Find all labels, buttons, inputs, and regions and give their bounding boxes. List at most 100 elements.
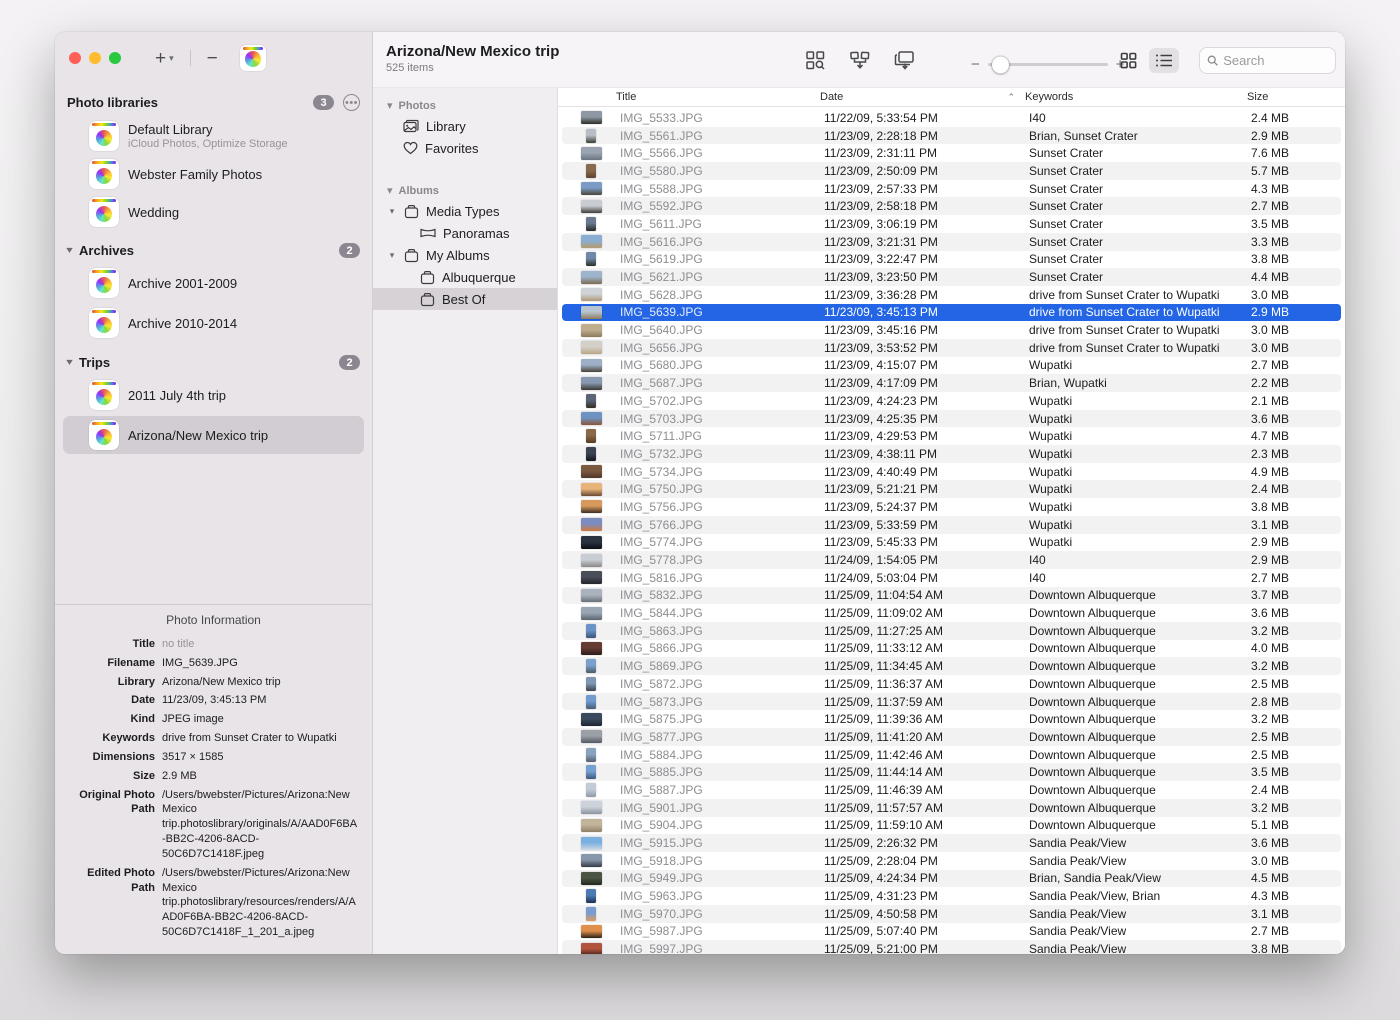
table-row[interactable]: IMG_5616.JPG 11/23/09, 3:21:31 PM Sunset…	[562, 233, 1341, 251]
sidebar-item-albuquerque[interactable]: Albuquerque	[373, 266, 557, 288]
sidebar-item-2011-july-trip[interactable]: 2011 July 4th trip	[63, 376, 364, 414]
cell-keywords: Brian, Sunset Crater	[1029, 129, 1251, 143]
table-row[interactable]: IMG_5866.JPG 11/25/09, 11:33:12 AM Downt…	[562, 640, 1341, 658]
photos-group-header[interactable]: ▾ Photos	[373, 96, 557, 115]
export-photos-button[interactable]	[891, 46, 919, 74]
table-row[interactable]: IMG_5628.JPG 11/23/09, 3:36:28 PM drive …	[562, 286, 1341, 304]
sidebar-item-panoramas[interactable]: Panoramas	[373, 222, 557, 244]
cell-date: 11/23/09, 3:53:52 PM	[824, 341, 1029, 355]
close-button[interactable]	[69, 52, 81, 64]
cell-title: IMG_5588.JPG	[620, 182, 824, 196]
table-row[interactable]: IMG_5756.JPG 11/23/09, 5:24:37 PM Wupatk…	[562, 498, 1341, 516]
table-row[interactable]: IMG_5949.JPG 11/25/09, 4:24:34 PM Brian,…	[562, 870, 1341, 888]
table-row[interactable]: IMG_5778.JPG 11/24/09, 1:54:05 PM I40 2.…	[562, 551, 1341, 569]
table-row[interactable]: IMG_5987.JPG 11/25/09, 5:07:40 PM Sandia…	[562, 923, 1341, 941]
field-value: JPEG image	[162, 712, 360, 727]
search-field[interactable]	[1199, 47, 1336, 74]
column-header-size[interactable]: Size	[1247, 91, 1345, 103]
table-row[interactable]: IMG_5884.JPG 11/25/09, 11:42:46 AM Downt…	[562, 746, 1341, 764]
table-row[interactable]: IMG_5918.JPG 11/25/09, 2:28:04 PM Sandia…	[562, 852, 1341, 870]
table-row[interactable]: IMG_5877.JPG 11/25/09, 11:41:20 AM Downt…	[562, 728, 1341, 746]
table-row[interactable]: IMG_5734.JPG 11/23/09, 4:40:49 PM Wupatk…	[562, 463, 1341, 481]
trips-section-header[interactable]: ▾ Trips 2	[55, 343, 372, 375]
table-row[interactable]: IMG_5711.JPG 11/23/09, 4:29:53 PM Wupatk…	[562, 427, 1341, 445]
photo-thumbnail	[581, 925, 602, 938]
column-header-title[interactable]: Title	[616, 91, 820, 103]
column-header-date[interactable]: Date ⌃	[820, 91, 1025, 103]
table-row[interactable]: IMG_5566.JPG 11/23/09, 2:31:11 PM Sunset…	[562, 144, 1341, 162]
table-row[interactable]: IMG_5873.JPG 11/25/09, 11:37:59 AM Downt…	[562, 693, 1341, 711]
search-input[interactable]	[1223, 53, 1328, 68]
table-row[interactable]: IMG_5970.JPG 11/25/09, 4:50:58 PM Sandia…	[562, 905, 1341, 923]
table-row[interactable]: IMG_5611.JPG 11/23/09, 3:06:19 PM Sunset…	[562, 215, 1341, 233]
table-row[interactable]: IMG_5561.JPG 11/23/09, 2:28:18 PM Brian,…	[562, 127, 1341, 145]
photo-information-panel: Photo Information Titleno titleFilenameI…	[55, 604, 372, 954]
table-row[interactable]: IMG_5619.JPG 11/23/09, 3:22:47 PM Sunset…	[562, 251, 1341, 269]
remove-library-button[interactable]: −	[203, 47, 222, 70]
table-row[interactable]: IMG_5887.JPG 11/25/09, 11:46:39 AM Downt…	[562, 781, 1341, 799]
sidebar-item-archive-2010-2014[interactable]: Archive 2010-2014	[63, 304, 364, 342]
table-row[interactable]: IMG_5774.JPG 11/23/09, 5:45:33 PM Wupatk…	[562, 534, 1341, 552]
more-options-button[interactable]: •••	[343, 94, 360, 111]
archives-section-header[interactable]: ▾ Archives 2	[55, 231, 372, 263]
sidebar-item-arizona-new-mexico-trip[interactable]: Arizona/New Mexico trip	[63, 416, 364, 454]
sidebar-item-favorites[interactable]: Favorites	[373, 137, 557, 159]
table-row[interactable]: IMG_5872.JPG 11/25/09, 11:36:37 AM Downt…	[562, 675, 1341, 693]
table-row[interactable]: IMG_5702.JPG 11/23/09, 4:24:23 PM Wupatk…	[562, 392, 1341, 410]
sidebar-item-library[interactable]: Library	[373, 115, 557, 137]
table-row[interactable]: IMG_5588.JPG 11/23/09, 2:57:33 PM Sunset…	[562, 180, 1341, 198]
minimize-button[interactable]	[89, 52, 101, 64]
table-row[interactable]: IMG_5687.JPG 11/23/09, 4:17:09 PM Brian,…	[562, 374, 1341, 392]
table-row[interactable]: IMG_5621.JPG 11/23/09, 3:23:50 PM Sunset…	[562, 268, 1341, 286]
table-row[interactable]: IMG_5533.JPG 11/22/09, 5:33:54 PM I40 2.…	[562, 109, 1341, 127]
sidebar-item-default-library[interactable]: Default Library iCloud Photos, Optimize …	[55, 117, 372, 155]
slider-knob[interactable]	[992, 56, 1009, 73]
table-row[interactable]: IMG_5640.JPG 11/23/09, 3:45:16 PM drive …	[562, 321, 1341, 339]
table-row[interactable]: IMG_5592.JPG 11/23/09, 2:58:18 PM Sunset…	[562, 197, 1341, 215]
cell-keywords: Wupatki	[1029, 535, 1251, 549]
table-row[interactable]: IMG_5703.JPG 11/23/09, 4:25:35 PM Wupatk…	[562, 410, 1341, 428]
table-row[interactable]: IMG_5816.JPG 11/24/09, 5:03:04 PM I40 2.…	[562, 569, 1341, 587]
sidebar-item-wedding[interactable]: Wedding	[55, 193, 372, 231]
table-row[interactable]: IMG_5904.JPG 11/25/09, 11:59:10 AM Downt…	[562, 817, 1341, 835]
column-header-keywords[interactable]: Keywords	[1025, 91, 1247, 103]
library-icon	[89, 159, 119, 189]
table-row[interactable]: IMG_5915.JPG 11/25/09, 2:26:32 PM Sandia…	[562, 834, 1341, 852]
table-row[interactable]: IMG_5580.JPG 11/23/09, 2:50:09 PM Sunset…	[562, 162, 1341, 180]
table-row[interactable]: IMG_5832.JPG 11/25/09, 11:04:54 AM Downt…	[562, 587, 1341, 605]
merge-photos-button[interactable]	[846, 46, 874, 74]
table-row[interactable]: IMG_5885.JPG 11/25/09, 11:44:14 AM Downt…	[562, 763, 1341, 781]
zoom-button[interactable]	[109, 52, 121, 64]
browse-thumbnails-button[interactable]	[801, 46, 829, 74]
table-row[interactable]: IMG_5963.JPG 11/25/09, 4:31:23 PM Sandia…	[562, 887, 1341, 905]
table-row[interactable]: IMG_5997.JPG 11/25/09, 5:21:00 PM Sandia…	[562, 940, 1341, 954]
photo-thumbnail	[581, 483, 602, 496]
add-library-button[interactable]: + ▾	[151, 47, 178, 70]
sidebar-item-my-albums[interactable]: ▾ My Albums	[373, 244, 557, 266]
table-row[interactable]: IMG_5656.JPG 11/23/09, 3:53:52 PM drive …	[562, 339, 1341, 357]
cell-keywords: Downtown Albuquerque	[1029, 677, 1251, 691]
section-count-badge: 2	[339, 355, 360, 370]
table-row[interactable]: IMG_5639.JPG 11/23/09, 3:45:13 PM drive …	[562, 304, 1341, 322]
table-row[interactable]: IMG_5863.JPG 11/25/09, 11:27:25 AM Downt…	[562, 622, 1341, 640]
sidebar-item-media-types[interactable]: ▾ Media Types	[373, 200, 557, 222]
table-row[interactable]: IMG_5766.JPG 11/23/09, 5:33:59 PM Wupatk…	[562, 516, 1341, 534]
sidebar-item-archive-2001-2009[interactable]: Archive 2001-2009	[63, 264, 364, 302]
table-row[interactable]: IMG_5680.JPG 11/23/09, 4:15:07 PM Wupatk…	[562, 357, 1341, 375]
cell-size: 3.2 MB	[1251, 712, 1341, 726]
table-row[interactable]: IMG_5901.JPG 11/25/09, 11:57:57 AM Downt…	[562, 799, 1341, 817]
sidebar-item-webster-family[interactable]: Webster Family Photos	[55, 155, 372, 193]
zoom-out-icon[interactable]: −	[971, 57, 980, 72]
table-row[interactable]: IMG_5869.JPG 11/25/09, 11:34:45 AM Downt…	[562, 657, 1341, 675]
grid-view-button[interactable]	[1113, 48, 1143, 73]
thumbnail-zoom-slider: − +	[971, 57, 1125, 72]
list-view-button[interactable]	[1149, 48, 1179, 73]
photo-thumbnail	[581, 571, 602, 584]
table-row[interactable]: IMG_5875.JPG 11/25/09, 11:39:36 AM Downt…	[562, 710, 1341, 728]
sidebar-item-best-of[interactable]: Best Of	[373, 288, 557, 310]
table-row[interactable]: IMG_5844.JPG 11/25/09, 11:09:02 AM Downt…	[562, 604, 1341, 622]
table-row[interactable]: IMG_5750.JPG 11/23/09, 5:21:21 PM Wupatk…	[562, 480, 1341, 498]
table-row[interactable]: IMG_5732.JPG 11/23/09, 4:38:11 PM Wupatk…	[562, 445, 1341, 463]
albums-group-header[interactable]: ▾ Albums	[373, 181, 557, 200]
slider-track[interactable]	[988, 63, 1108, 67]
